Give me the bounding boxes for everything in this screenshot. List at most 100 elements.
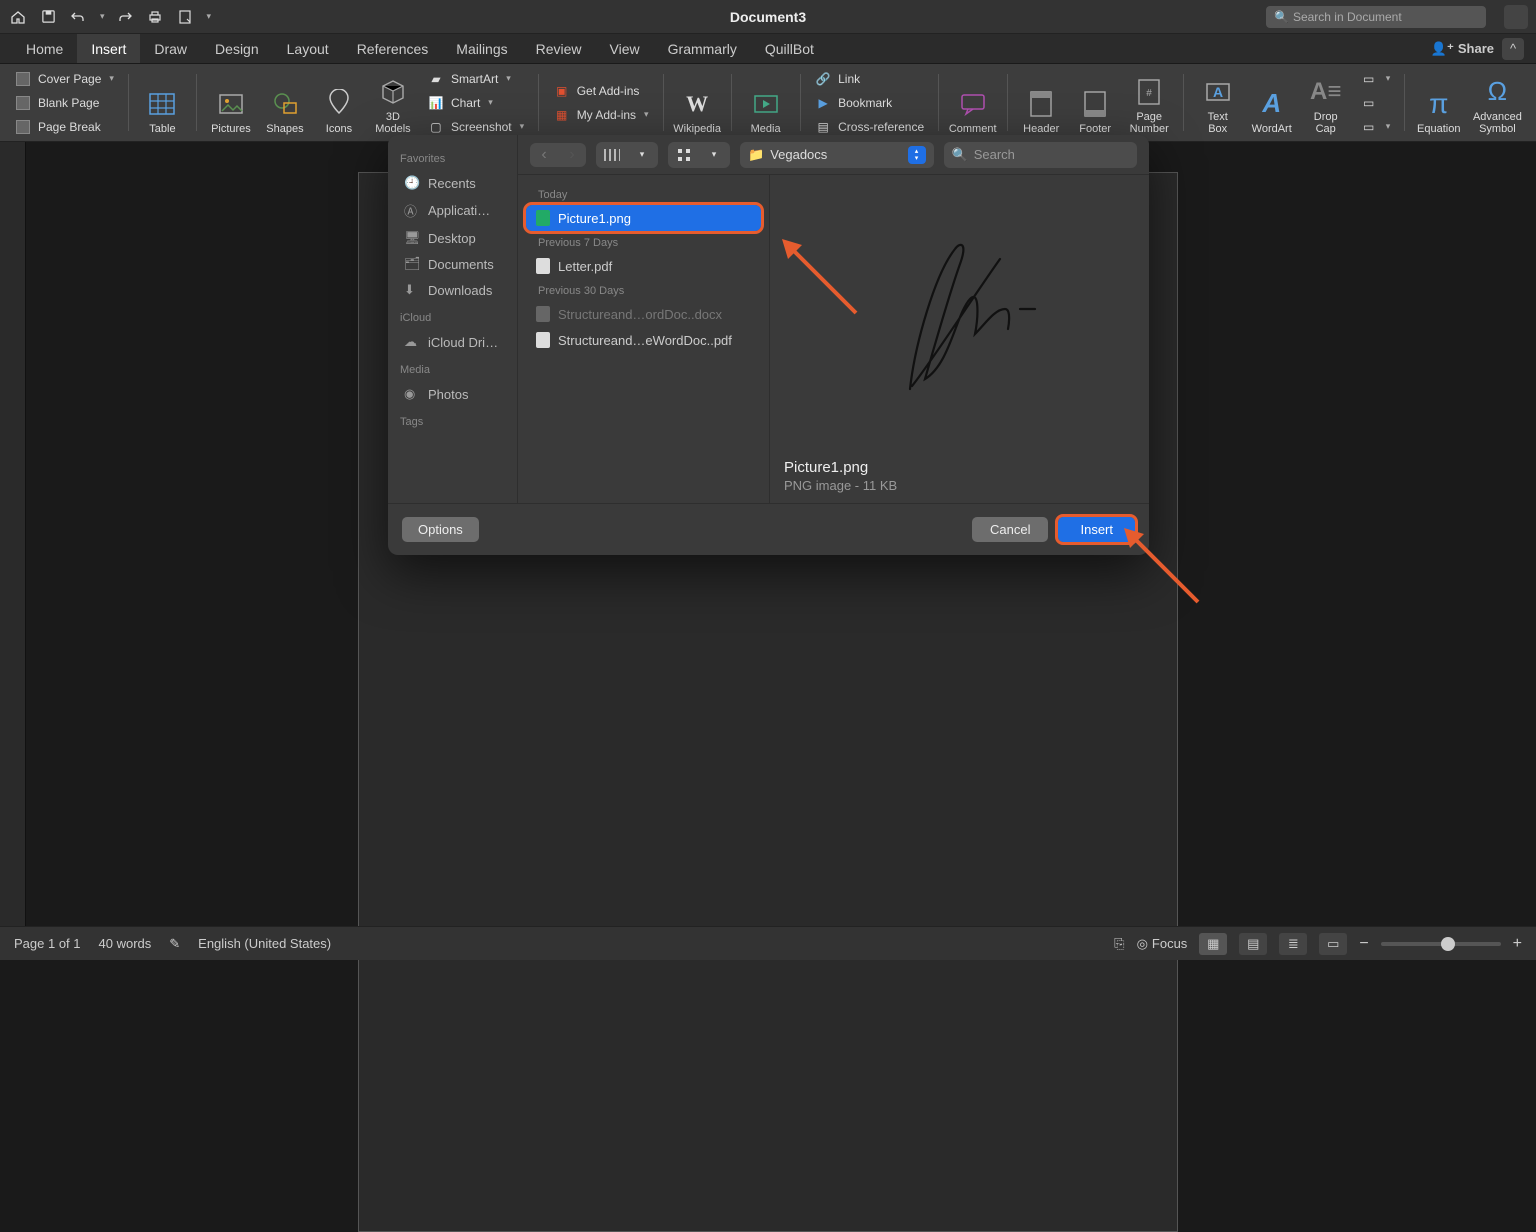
location-popup[interactable]: 📁 Vegadocs ▴▾ — [740, 142, 934, 168]
options-button[interactable]: Options — [402, 517, 479, 542]
cancel-button[interactable]: Cancel — [972, 517, 1048, 542]
footer-button[interactable]: Footer — [1071, 68, 1119, 137]
header-button[interactable]: Header — [1017, 68, 1065, 137]
insert-button[interactable]: Insert — [1058, 517, 1135, 542]
sidebar-item-desktop[interactable]: 🖥Desktop — [398, 226, 507, 250]
view-dropdown[interactable]: ▾ — [628, 144, 656, 166]
updown-icon: ▴▾ — [908, 146, 926, 164]
search-in-document[interactable]: 🔍 Search in Document — [1266, 6, 1486, 28]
accessibility-icon[interactable]: ⎘ — [1114, 936, 1124, 952]
link-icon: 🔗 — [814, 70, 832, 88]
wikipedia-button[interactable]: WWikipedia — [673, 68, 721, 137]
sidebar-item-recents[interactable]: 🕘Recents — [398, 171, 507, 195]
link-button[interactable]: 🔗Link — [810, 68, 928, 90]
tab-grammarly[interactable]: Grammarly — [654, 34, 751, 63]
clock-icon: 🕘 — [404, 175, 420, 191]
signature-line-button[interactable]: ▭▾ — [1356, 68, 1395, 90]
wordart-button[interactable]: AWordArt — [1248, 68, 1296, 137]
column-view-button[interactable] — [598, 144, 626, 166]
outline-view[interactable]: ≣ — [1279, 933, 1307, 955]
draft-view[interactable]: ▭ — [1319, 933, 1347, 955]
nav-forward-button[interactable]: › — [558, 143, 586, 167]
smartart-button[interactable]: ▰SmartArt▾ — [423, 68, 528, 90]
pictures-button[interactable]: Pictures — [207, 68, 255, 137]
undo-dropdown-icon[interactable]: ▾ — [100, 11, 105, 22]
comment-button[interactable]: Comment — [949, 68, 997, 137]
print-layout-view[interactable]: ▦ — [1199, 933, 1227, 955]
file-row-docx[interactable]: Structureand…ordDoc..docx — [526, 301, 761, 327]
icons-icon — [322, 87, 356, 121]
drop-cap-button[interactable]: A≡Drop Cap — [1302, 68, 1350, 137]
preview-metadata: PNG image - 11 KB — [784, 478, 1135, 493]
dialog-footer: Options Cancel Insert — [388, 503, 1149, 555]
object-button[interactable]: ▭▾ — [1356, 116, 1395, 138]
wordart-icon: A — [1255, 87, 1289, 121]
zoom-out-button[interactable]: − — [1359, 935, 1368, 953]
web-layout-view[interactable]: ▤ — [1239, 933, 1267, 955]
tab-home[interactable]: Home — [12, 34, 77, 63]
sidebar-item-applications[interactable]: ⒶApplicati… — [398, 197, 507, 224]
presence-icon[interactable] — [1504, 5, 1528, 29]
share-button[interactable]: 👤⁺ Share — [1431, 41, 1494, 57]
bookmark-button[interactable]: ▶Bookmark — [810, 92, 928, 114]
tab-review[interactable]: Review — [522, 34, 596, 63]
tab-draw[interactable]: Draw — [140, 34, 201, 63]
tab-view[interactable]: View — [596, 34, 654, 63]
page-indicator[interactable]: Page 1 of 1 — [14, 936, 81, 951]
page-break-button[interactable]: Page Break — [10, 116, 118, 138]
spellcheck-icon[interactable]: ✎ — [169, 936, 180, 952]
icons-button[interactable]: Icons — [315, 68, 363, 137]
tab-references[interactable]: References — [343, 34, 443, 63]
sidebar-item-downloads[interactable]: ⬇Downloads — [398, 278, 507, 302]
redo-icon[interactable] — [115, 7, 135, 27]
photos-icon: ◉ — [404, 386, 420, 402]
text-box-button[interactable]: AText Box — [1194, 68, 1242, 137]
symbol-icon: Ω — [1480, 75, 1514, 109]
cover-page-button[interactable]: Cover Page▾ — [10, 68, 118, 90]
page-number-button[interactable]: #Page Number — [1125, 68, 1173, 137]
media-button[interactable]: Media — [742, 68, 790, 137]
my-addins-button[interactable]: ▦My Add-ins▾ — [549, 104, 653, 126]
blank-page-button[interactable]: Blank Page — [10, 92, 118, 114]
symbol-button[interactable]: ΩAdvanced Symbol — [1469, 68, 1526, 137]
date-time-button[interactable]: ▭ — [1356, 92, 1395, 114]
get-addins-button[interactable]: ▣Get Add-ins — [549, 80, 653, 102]
grouping-dropdown[interactable]: ▾ — [700, 144, 728, 166]
focus-mode[interactable]: ◎Focus — [1137, 936, 1188, 952]
tab-design[interactable]: Design — [201, 34, 273, 63]
file-row-picture1[interactable]: Picture1.png — [526, 205, 761, 231]
tab-layout[interactable]: Layout — [273, 34, 343, 63]
undo-icon[interactable] — [68, 7, 88, 27]
tab-mailings[interactable]: Mailings — [442, 34, 521, 63]
header-icon — [1024, 87, 1058, 121]
chart-button[interactable]: 📊Chart▾ — [423, 92, 528, 114]
vertical-ruler[interactable] — [0, 142, 26, 926]
collapse-ribbon-icon[interactable]: ^ — [1502, 38, 1524, 60]
shapes-button[interactable]: Shapes — [261, 68, 309, 137]
tab-quillbot[interactable]: QuillBot — [751, 34, 828, 63]
dialog-search-field[interactable]: 🔍 Search — [944, 142, 1138, 168]
downloads-icon: ⬇ — [404, 282, 420, 298]
print-icon[interactable] — [145, 7, 165, 27]
equation-button[interactable]: πEquation — [1415, 68, 1463, 137]
tab-insert[interactable]: Insert — [77, 34, 140, 63]
template-icon[interactable] — [175, 7, 195, 27]
tab-strip: Home Insert Draw Design Layout Reference… — [0, 34, 1536, 64]
grid-view-button[interactable] — [670, 144, 698, 166]
zoom-in-button[interactable]: + — [1513, 935, 1522, 953]
3d-models-button[interactable]: 3D Models — [369, 68, 417, 137]
save-icon[interactable] — [38, 7, 58, 27]
shapes-icon — [268, 87, 302, 121]
zoom-slider[interactable] — [1381, 942, 1501, 946]
nav-back-button[interactable]: ‹ — [530, 143, 558, 167]
word-count[interactable]: 40 words — [99, 936, 152, 951]
table-button[interactable]: Table — [138, 68, 186, 137]
qat-customize-icon[interactable]: ▾ — [207, 11, 212, 22]
home-icon[interactable] — [8, 7, 28, 27]
file-row-pdf2[interactable]: Structureand…eWordDoc..pdf — [526, 327, 761, 353]
file-row-letter[interactable]: Letter.pdf — [526, 253, 761, 279]
sidebar-item-photos[interactable]: ◉Photos — [398, 382, 507, 406]
language-indicator[interactable]: English (United States) — [198, 936, 331, 951]
sidebar-item-icloud[interactable]: ☁iCloud Dri… — [398, 330, 507, 354]
sidebar-item-documents[interactable]: 🗂Documents — [398, 252, 507, 276]
